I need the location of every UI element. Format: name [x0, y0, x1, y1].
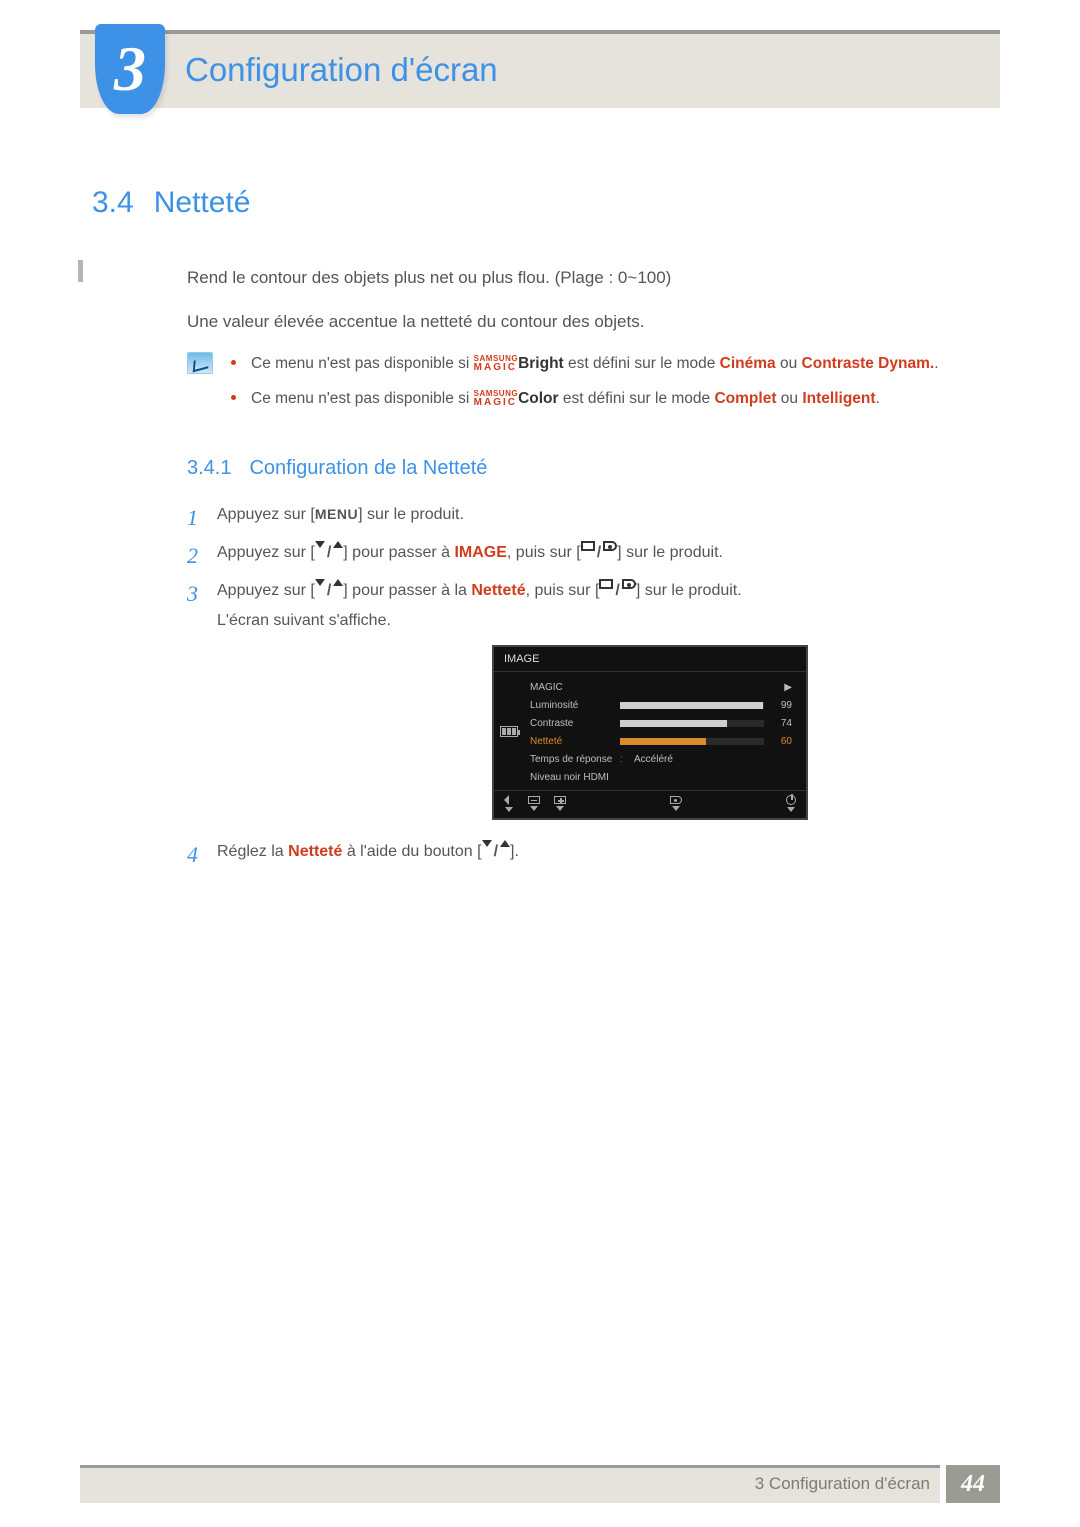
osd-row-contraste: Contraste 74 [524, 714, 802, 732]
chapter-number-box: 3 [95, 24, 165, 114]
osd-footer [494, 790, 806, 818]
note-item-2: Ce menu n'est pas disponible si SAMSUNG … [231, 387, 939, 410]
page-footer: 3 Configuration d'écran 44 [80, 1465, 1000, 1503]
osd-minus-icon [528, 796, 540, 811]
osd-power-icon [786, 795, 796, 812]
battery-icon [500, 726, 518, 737]
down-up-icon: / [315, 579, 343, 603]
samsung-magic-logo: SAMSUNG MAGIC [474, 355, 518, 373]
note-icon [187, 352, 213, 374]
osd-row-hdmi: Niveau noir HDMI [524, 768, 802, 786]
chevron-right-icon: ▶ [770, 680, 792, 695]
select-enter-icon: / [599, 579, 635, 603]
step-3-subtext: L'écran suivant s'affiche. [217, 609, 988, 633]
intro-line-1: Rend le contour des objets plus net ou p… [187, 265, 988, 291]
osd-enter-icon [670, 796, 682, 811]
osd-row-temps: Temps de réponse : Accéléré [524, 750, 802, 768]
osd-plus-icon [554, 796, 566, 811]
margin-tick-icon [78, 260, 83, 282]
section-heading: 3.4 Netteté [92, 180, 988, 225]
chapter-number: 3 [114, 21, 146, 117]
down-up-icon: / [482, 840, 510, 864]
intro-line-2: Une valeur élevée accentue la netteté du… [187, 309, 988, 335]
section-number: 3.4 [92, 180, 134, 225]
osd-row-magic: MAGIC ▶ [524, 678, 802, 696]
subsection-number: 3.4.1 [187, 453, 231, 483]
step-3: 3 Appuyez sur [/] pour passer à la Nette… [187, 579, 988, 821]
steps-list: 1 Appuyez sur [MENU] sur le produit. 2 A… [187, 503, 988, 865]
note-block: Ce menu n'est pas disponible si SAMSUNG … [187, 352, 988, 423]
osd-back-icon [504, 795, 514, 812]
samsung-magic-logo: SAMSUNG MAGIC [474, 390, 518, 408]
content-area: 3.4 Netteté Rend le contour des objets p… [92, 180, 988, 879]
osd-screenshot: IMAGE MAGIC ▶ Luminosité 99 [492, 645, 808, 821]
osd-row-nettete: Netteté 60 [524, 732, 802, 750]
step-2: 2 Appuyez sur [/] pour passer à IMAGE, p… [187, 541, 988, 565]
osd-title: IMAGE [494, 647, 806, 673]
chapter-title: Configuration d'écran [185, 45, 498, 95]
subsection-title: Configuration de la Netteté [249, 453, 487, 483]
osd-row-luminosite: Luminosité 99 [524, 696, 802, 714]
subsection-heading: 3.4.1 Configuration de la Netteté [187, 453, 988, 483]
select-enter-icon: / [581, 541, 617, 565]
section-title: Netteté [154, 180, 251, 225]
menu-key-label: MENU [315, 506, 358, 522]
step-1: 1 Appuyez sur [MENU] sur le produit. [187, 503, 988, 527]
footer-text: 3 Configuration d'écran [755, 1465, 930, 1503]
step-4: 4 Réglez la Netteté à l'aide du bouton [… [187, 840, 988, 864]
down-up-icon: / [315, 541, 343, 565]
note-item-1: Ce menu n'est pas disponible si SAMSUNG … [231, 352, 939, 375]
page-number: 44 [946, 1465, 1000, 1503]
